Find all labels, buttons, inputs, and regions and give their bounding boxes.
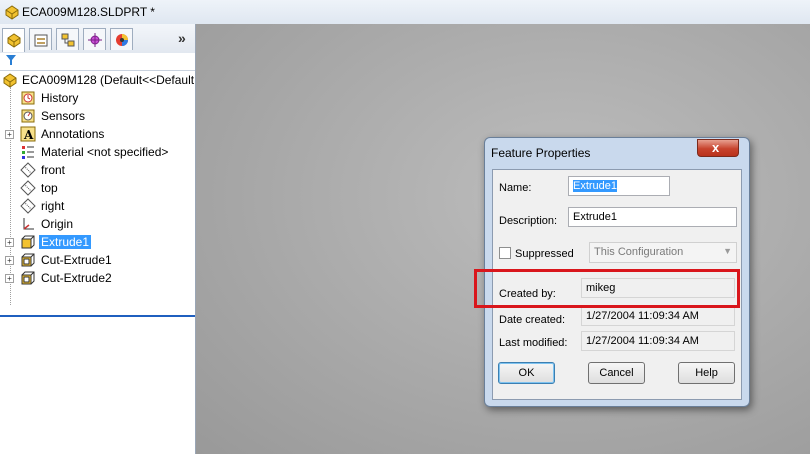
plane-icon [20, 180, 36, 196]
feature-manager-tab[interactable] [2, 28, 25, 52]
property-manager-tab[interactable] [29, 28, 52, 50]
last-modified-field: 1/27/2004 11:09:34 AM [581, 331, 735, 351]
tree-item-cut-extrude2[interactable]: + Cut-Extrude2 [0, 269, 195, 287]
tree-item-cut-extrude1[interactable]: + Cut-Extrude1 [0, 251, 195, 269]
tree-item-label: Extrude1 [39, 235, 92, 249]
rollback-bar[interactable] [0, 315, 195, 317]
filter-icon[interactable] [6, 55, 16, 69]
tree-item-front[interactable]: front [0, 161, 195, 179]
plane-icon [20, 162, 36, 178]
close-button[interactable]: x [697, 139, 739, 157]
extrude-icon [20, 234, 36, 250]
origin-icon [20, 216, 36, 232]
suppressed-checkbox[interactable] [499, 247, 511, 259]
tree-item-label: Annotations [41, 127, 105, 141]
display-manager-icon [116, 34, 128, 46]
tree-item-label: right [41, 199, 65, 213]
window-titlebar: ECA009M128.SLDPRT * [0, 0, 810, 25]
help-button[interactable]: Help [678, 362, 735, 384]
expand-icon[interactable]: + [5, 238, 14, 247]
expand-icon[interactable]: + [5, 130, 14, 139]
description-label: Description: [499, 215, 558, 227]
tree-item-label: front [41, 163, 66, 177]
tree-item-label: Cut-Extrude2 [41, 271, 112, 285]
solidworks-part-icon [4, 4, 20, 23]
dimxpert-manager-tab[interactable] [83, 28, 106, 50]
svg-text:A: A [23, 128, 34, 142]
plane-icon [20, 198, 36, 214]
more-tabs-button[interactable]: » [178, 30, 186, 46]
material-icon [20, 144, 36, 160]
tree-item-label: Origin [41, 217, 74, 231]
configuration-manager-icon [61, 33, 75, 47]
configuration-select[interactable]: This Configuration ▼ [589, 242, 737, 263]
tree-item-history[interactable]: History [0, 89, 195, 107]
tree-item-top[interactable]: top [0, 179, 195, 197]
dialog-title: Feature Properties [491, 146, 591, 160]
cancel-button[interactable]: Cancel [588, 362, 645, 384]
feature-manager-icon [7, 33, 21, 48]
tree-item-label: History [41, 91, 79, 105]
tree-item-extrude1[interactable]: + Extrude1 [0, 233, 195, 251]
property-manager-icon [34, 34, 48, 47]
tree-item-sensors[interactable]: Sensors [0, 107, 195, 125]
tree-filter-bar[interactable] [0, 53, 195, 71]
tree-item-label: top [41, 181, 58, 195]
name-field[interactable]: Extrude1 [568, 176, 670, 196]
feature-manager-panel: » ECA009M128 (Default<<Default History Se… [0, 24, 196, 454]
date-created-field: 1/27/2004 11:09:34 AM [581, 306, 735, 326]
close-icon: x [712, 140, 720, 155]
tree-item-label: Material <not specified> [41, 145, 169, 159]
annotations-icon: A [20, 126, 36, 142]
dimxpert-icon [88, 33, 102, 47]
tree-item-annotations[interactable]: + A Annotations [0, 125, 195, 143]
chevron-down-icon: ▼ [723, 246, 732, 256]
tree-root-label: ECA009M128 (Default<<Default [22, 73, 195, 87]
tree-item-label: Sensors [41, 109, 86, 123]
tree-root[interactable]: ECA009M128 (Default<<Default [0, 71, 195, 89]
last-modified-label: Last modified: [499, 337, 568, 349]
display-manager-tab[interactable] [110, 28, 133, 50]
tree-item-label: Cut-Extrude1 [41, 253, 112, 267]
cut-extrude-icon [20, 270, 36, 286]
configuration-manager-tab[interactable] [56, 28, 79, 50]
ok-button[interactable]: OK [498, 362, 555, 384]
tree-item-right[interactable]: right [0, 197, 195, 215]
part-icon [2, 72, 18, 88]
expand-icon[interactable]: + [5, 256, 14, 265]
window-title: ECA009M128.SLDPRT * [22, 5, 155, 19]
expand-icon[interactable]: + [5, 274, 14, 283]
history-icon [20, 90, 36, 106]
manager-tabstrip: » [0, 24, 195, 54]
date-created-label: Date created: [499, 314, 566, 326]
sensors-icon [20, 108, 36, 124]
suppressed-label: Suppressed [515, 248, 574, 260]
cut-extrude-icon [20, 252, 36, 268]
description-field[interactable]: Extrude1 [568, 207, 737, 227]
tree-item-material-not-specified[interactable]: Material <not specified> [0, 143, 195, 161]
tree-item-origin[interactable]: Origin [0, 215, 195, 233]
name-label: Name: [499, 182, 532, 194]
highlight-annotation-box [474, 269, 740, 308]
